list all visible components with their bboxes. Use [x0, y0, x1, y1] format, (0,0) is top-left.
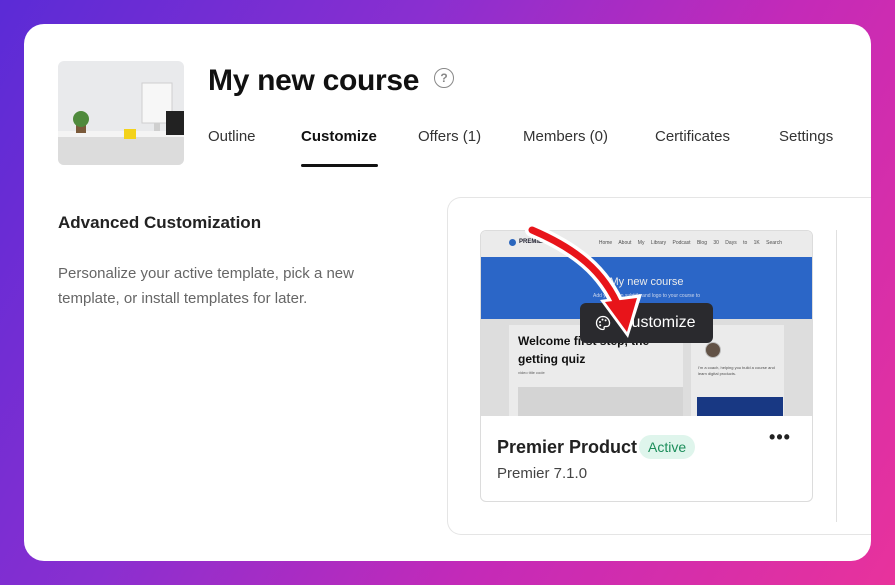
tab-customize[interactable]: Customize [301, 128, 377, 145]
section-description: Personalize your active template, pick a… [58, 265, 354, 307]
pointer-arrow-icon [525, 223, 642, 338]
section-title: Advanced Customization [58, 213, 262, 232]
course-card: My new course ? Outline Customize Offers… [24, 24, 871, 561]
question-circle-icon[interactable]: ? [434, 68, 454, 88]
tab-members[interactable]: Members (0) [523, 128, 608, 145]
active-tab-indicator [301, 164, 378, 167]
tab-certificates[interactable]: Certificates [655, 128, 730, 145]
course-thumbnail[interactable] [58, 61, 184, 165]
more-options-icon[interactable]: ••• [767, 427, 793, 447]
tab-outline[interactable]: Outline [208, 128, 256, 145]
template-version: Premier 7.1.0 [497, 465, 588, 482]
tab-offers[interactable]: Offers (1) [418, 128, 481, 145]
page-title: My new course [208, 64, 420, 97]
next-card-edge [836, 230, 837, 522]
status-badge: Active [639, 435, 696, 459]
tab-settings[interactable]: Settings [779, 128, 833, 145]
template-name: Premier Product [497, 437, 638, 457]
